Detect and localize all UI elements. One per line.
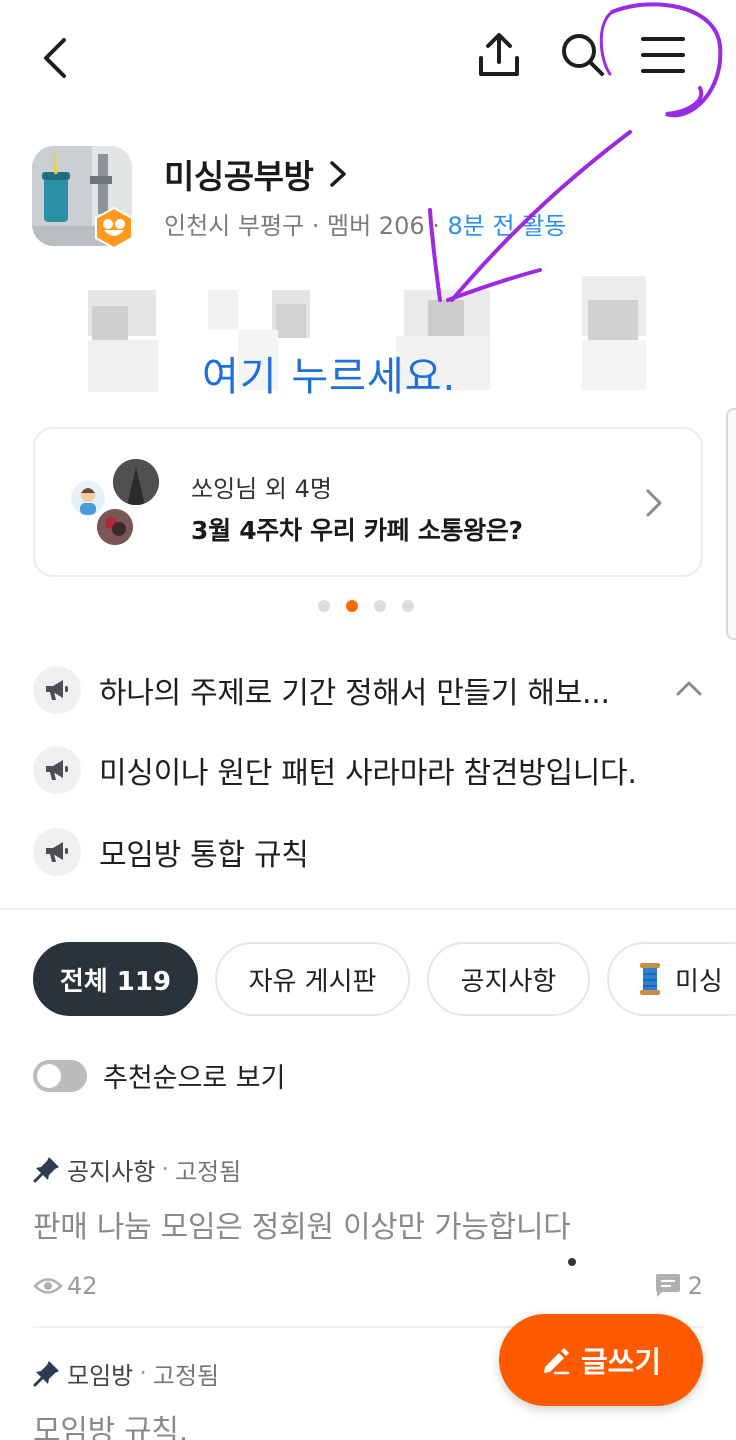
cafe-name-link[interactable]: 미싱공부방 [164, 150, 349, 198]
menu-button[interactable] [634, 26, 692, 84]
notice-item[interactable]: 하나의 주제로 기간 정해서 만들기 해보... [33, 662, 713, 718]
chevron-right-icon [330, 161, 347, 187]
screen-speck [568, 1258, 576, 1266]
avatar [71, 481, 105, 515]
cafe-meta: 인천시 부평구 · 멤버 206 · 8분 전 활동 [164, 212, 567, 240]
recommend-sort-toggle-row[interactable]: 추천순으로 보기 [33, 1056, 285, 1095]
tab-all[interactable]: 전체 119 [33, 942, 198, 1016]
cafe-location: 인천시 부평구 [164, 212, 305, 240]
comment-icon [655, 1274, 680, 1297]
post-comments: 2 [654, 1272, 703, 1300]
chevron-up-icon[interactable] [675, 674, 703, 702]
cafe-activity: 8분 전 활동 [447, 212, 567, 240]
notice-item[interactable]: 모임방 통합 규칙 [33, 824, 713, 880]
avatar-group [71, 459, 161, 549]
megaphone-icon [33, 746, 81, 794]
pin-icon [33, 1361, 59, 1387]
back-button[interactable] [28, 30, 84, 86]
pencil-icon [543, 1348, 570, 1375]
back-arrow-icon [44, 38, 66, 78]
write-post-label: 글쓰기 [580, 1345, 662, 1379]
notice-text: 미싱이나 원단 패턴 사라마라 참견방입니다. [99, 756, 637, 791]
comments-count: 2 [687, 1272, 703, 1300]
share-button[interactable] [470, 26, 528, 84]
recommend-sort-toggle[interactable] [33, 1059, 87, 1092]
spool-icon [639, 962, 661, 996]
board-tabs: 전체 119 자유 게시판 공지사항 미싱 [33, 942, 736, 1018]
notice-text: 모임방 통합 규칙 [99, 838, 309, 873]
toggle-label: 추천순으로 보기 [103, 1063, 286, 1094]
carousel-indicator [318, 600, 414, 612]
cafe-name: 미싱공부방 [164, 157, 314, 196]
section-divider [0, 908, 736, 910]
cafe-header[interactable]: 미싱공부방 인천시 부평구 · 멤버 206 · 8분 전 활동 [32, 146, 712, 256]
avatar [97, 509, 133, 545]
toggle-knob [37, 1063, 61, 1088]
side-panel-handle[interactable] [726, 408, 736, 640]
tab-notices[interactable]: 공지사항 [427, 942, 590, 1016]
notice-item[interactable]: 미싱이나 원단 패턴 사라마라 참견방입니다. [33, 742, 713, 798]
post-board: 모임방 [67, 1361, 134, 1390]
megaphone-icon [33, 666, 81, 714]
menu-icon [641, 37, 685, 73]
post-item[interactable]: 공지사항 · 고정됨 판매 나눔 모임은 정회원 이상만 가능합니다 42 2 [33, 1152, 703, 1308]
tab-free-board[interactable]: 자유 게시판 [215, 942, 410, 1016]
post-meta: 공지사항 · 고정됨 [33, 1152, 703, 1186]
banner-text: 여기 누르세요. [202, 354, 457, 400]
tab-sewing-label: 미싱 [675, 966, 723, 997]
megaphone-icon [33, 828, 81, 876]
notice-text: 하나의 주제로 기간 정해서 만들기 해보... [99, 676, 610, 711]
views-count: 42 [67, 1272, 98, 1300]
tab-sewing[interactable]: 미싱 [607, 942, 736, 1016]
eye-icon [33, 1278, 63, 1294]
cafe-members: 멤버 206 [327, 212, 425, 240]
search-button[interactable] [554, 26, 612, 84]
write-post-button[interactable]: 글쓰기 [499, 1314, 703, 1406]
post-board: 공지사항 [67, 1157, 156, 1186]
carousel-dot[interactable] [318, 600, 330, 612]
post-stats: 42 2 [33, 1268, 703, 1308]
avatar [113, 459, 159, 505]
share-icon [479, 33, 519, 76]
pin-icon [33, 1157, 59, 1183]
cafe-level-badge [92, 206, 136, 250]
ranking-title: 3월 4주차 우리 카페 소통왕은? [191, 516, 523, 545]
top-bar [0, 0, 736, 120]
ranking-subtitle: 쏘잉님 외 4명 [191, 475, 332, 503]
banner[interactable]: 여기 누르세요. [88, 270, 648, 410]
carousel-dot[interactable] [402, 600, 414, 612]
search-icon [562, 34, 604, 76]
post-views: 42 [33, 1272, 98, 1300]
post-pinned-label: 고정됨 [174, 1157, 242, 1186]
ranking-card[interactable]: 쏘잉님 외 4명 3월 4주차 우리 카페 소통왕은? [33, 427, 703, 577]
post-title: 모임방 규칙. [33, 1414, 188, 1440]
chevron-right-icon [646, 489, 662, 517]
carousel-dot[interactable] [374, 600, 386, 612]
carousel-dot-active[interactable] [346, 600, 358, 612]
post-title: 판매 나눔 모임은 정회원 이상만 가능합니다 [33, 1210, 571, 1245]
post-pinned-label: 고정됨 [152, 1361, 220, 1390]
